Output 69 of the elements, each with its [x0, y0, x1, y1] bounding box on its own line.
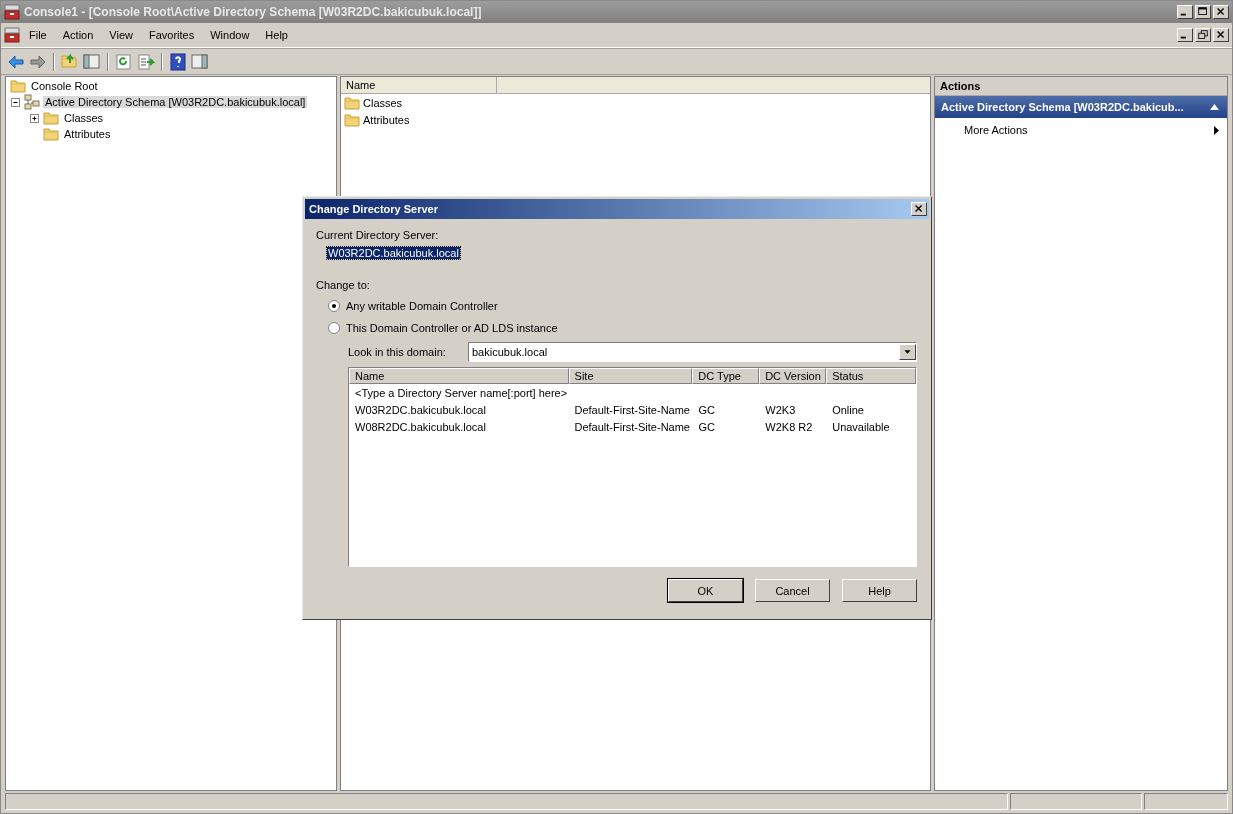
table-cell[interactable]: <Type a Directory Server name[:port] here>: [349, 386, 574, 399]
close-button[interactable]: [911, 202, 927, 216]
field-label: Current Directory Server:: [316, 229, 440, 241]
schema-snap-in-icon: [24, 94, 40, 110]
dialog-button[interactable]: OK: [668, 579, 743, 602]
folder-icon: [344, 111, 360, 128]
column-header[interactable]: DC Version: [759, 368, 827, 384]
table-cell[interactable]: Default-First-Site-Name: [568, 420, 693, 433]
collapse-icon[interactable]: [10, 96, 21, 108]
tree-item[interactable]: Classes: [62, 112, 106, 124]
table-cell[interactable]: W03R2DC.bakicubuk.local: [349, 403, 569, 416]
console-tree-icon[interactable]: [83, 52, 101, 71]
menu-item[interactable]: Window: [203, 27, 257, 43]
column-header[interactable]: DC Type: [692, 368, 760, 384]
restore-button[interactable]: [1195, 28, 1211, 42]
table-cell[interactable]: GC: [692, 403, 760, 416]
current-server-value: W03R2DC.bakicubuk.local: [327, 247, 460, 259]
table-cell[interactable]: W2K8 R2: [759, 420, 827, 433]
folder-icon: [43, 126, 59, 142]
list-item[interactable]: Attributes: [363, 113, 410, 126]
menu-item[interactable]: File: [22, 27, 54, 43]
radio-button[interactable]: [328, 321, 340, 334]
collapse-arrow-icon[interactable]: [1210, 104, 1219, 110]
table-cell[interactable]: W08R2DC.bakicubuk.local: [349, 420, 569, 433]
action-link[interactable]: More Actions: [964, 124, 1214, 136]
radio-button[interactable]: [328, 299, 340, 312]
folder-icon: [10, 78, 26, 94]
domain-dropdown[interactable]: bakicubuk.local: [468, 342, 917, 362]
refresh-icon[interactable]: [115, 52, 133, 71]
table-cell[interactable]: W2K3: [759, 403, 827, 416]
minimize-button[interactable]: [1177, 28, 1193, 42]
menu-item[interactable]: Favorites: [141, 27, 202, 43]
close-button[interactable]: [1213, 28, 1229, 42]
console-app-icon: [4, 27, 20, 43]
actions-section-header[interactable]: Active Directory Schema [W03R2DC.bakicub...: [935, 96, 1227, 118]
actions-header: Actions: [935, 77, 1227, 96]
maximize-button[interactable]: [1195, 5, 1211, 19]
radio-label[interactable]: Any writable Domain Controller: [346, 299, 498, 312]
tree-item[interactable]: Active Directory Schema [W03R2DC.bakicubuk.local]: [43, 96, 308, 108]
menu-item[interactable]: View: [102, 27, 140, 43]
expand-icon[interactable]: [29, 112, 40, 124]
tree-item[interactable]: Console Root: [29, 80, 100, 92]
table-cell[interactable]: GC: [692, 420, 760, 433]
submenu-arrow-icon[interactable]: [1214, 125, 1219, 135]
menu-item[interactable]: Help: [258, 27, 295, 43]
help-icon[interactable]: [169, 52, 187, 71]
dialog-title: Change Directory Server: [309, 203, 439, 215]
folder-icon: [43, 110, 59, 126]
list-item[interactable]: Classes: [363, 96, 403, 109]
column-header[interactable]: Site: [568, 368, 693, 384]
dialog-button[interactable]: Cancel: [755, 579, 830, 602]
table-cell[interactable]: Default-First-Site-Name: [568, 403, 693, 416]
field-label: Change to:: [316, 279, 371, 291]
column-header[interactable]: Status: [826, 368, 916, 384]
tree-item[interactable]: Attributes: [62, 128, 113, 140]
radio-label[interactable]: This Domain Controller or AD LDS instance: [346, 321, 558, 334]
dialog-button[interactable]: Help: [842, 579, 917, 602]
section-title: Active Directory Schema [W03R2DC.bakicub...: [941, 101, 1185, 113]
column-header[interactable]: Name: [349, 368, 569, 384]
minimize-button[interactable]: [1177, 5, 1193, 19]
console-app-icon: [4, 4, 20, 20]
close-button[interactable]: [1213, 5, 1229, 19]
folder-icon: [344, 94, 360, 111]
table-cell[interactable]: Unavailable: [826, 420, 916, 433]
menu-item[interactable]: Action: [55, 27, 101, 43]
window-title: Console1 - [Console Root\Active Directory Schema [W03R2DC.bakicubuk.local]]: [24, 5, 483, 19]
table-cell[interactable]: Online: [826, 403, 916, 416]
field-label: Look in this domain:: [348, 346, 447, 358]
export-list-icon[interactable]: [137, 52, 155, 71]
